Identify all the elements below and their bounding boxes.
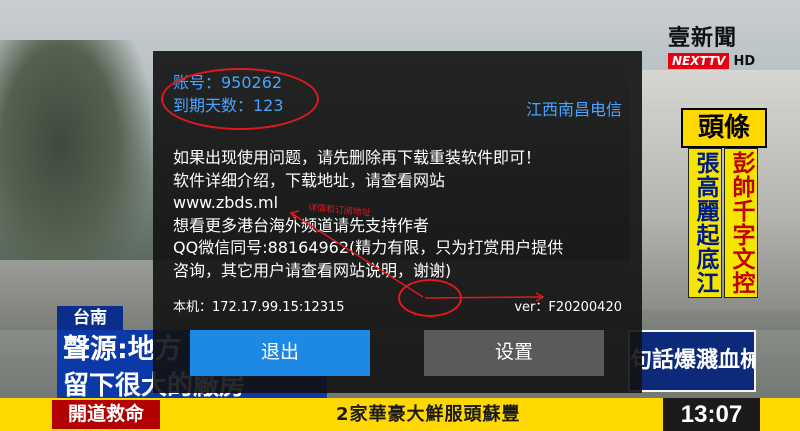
headline-column-2: 彭帥千字文控捋上床: [724, 148, 758, 298]
website-link: www.zbds.ml: [173, 193, 279, 212]
news-side-banner: 句話爆濺血械: [628, 330, 756, 392]
message-body: 如果出现使用问题，请先删除再下载重装软件即可！ 软件详细介绍，下载地址，请查看网…: [173, 147, 633, 282]
location-tag: 台南: [57, 306, 123, 330]
hd-badge: HD: [733, 53, 756, 69]
message-line: QQ微信同号:88164962(精力有限，只为打赏用户提供: [173, 238, 564, 257]
nexttv-logo: NEXTTV: [668, 53, 730, 69]
annotation-circle-account: [161, 68, 319, 130]
tv-clock: 13:07: [663, 398, 760, 431]
channel-logo-brand: NEXTTV HD: [668, 53, 776, 69]
headline-column-1: 張高麗起底江派人馬: [688, 148, 722, 298]
info-dialog: 账号：950262 到期天数：123 江西南昌电信 如果出现使用问题，请先删除再…: [153, 51, 642, 393]
ticker-text: 2家華豪大鮮服頭蘇豐: [336, 404, 521, 425]
annotation-circle-footer: [398, 279, 462, 317]
message-line: 想看更多港台海外频道请先支持作者: [173, 215, 430, 235]
settings-button[interactable]: 设置: [424, 330, 604, 376]
ticker-tag: 開道救命: [52, 400, 160, 429]
headline-tag: 頭條: [681, 108, 767, 148]
channel-logo: 壹新聞 NEXTTV HD: [668, 20, 776, 69]
local-address: 本机：172.17.99.15:12315: [173, 300, 345, 315]
message-line: 咨询，其它用户请查看网站说明，谢谢): [173, 260, 452, 280]
exit-button[interactable]: 退出: [190, 330, 370, 376]
message-line: 软件详细介绍，下载地址，请查看网站: [173, 170, 446, 190]
version-label: ver：F20200420: [514, 300, 622, 315]
channel-logo-text: 壹新聞: [668, 25, 738, 51]
message-line: 如果出现使用问题，请先删除再下载重装软件即可！: [173, 148, 542, 167]
carrier-label: 江西南昌电信: [525, 100, 622, 119]
